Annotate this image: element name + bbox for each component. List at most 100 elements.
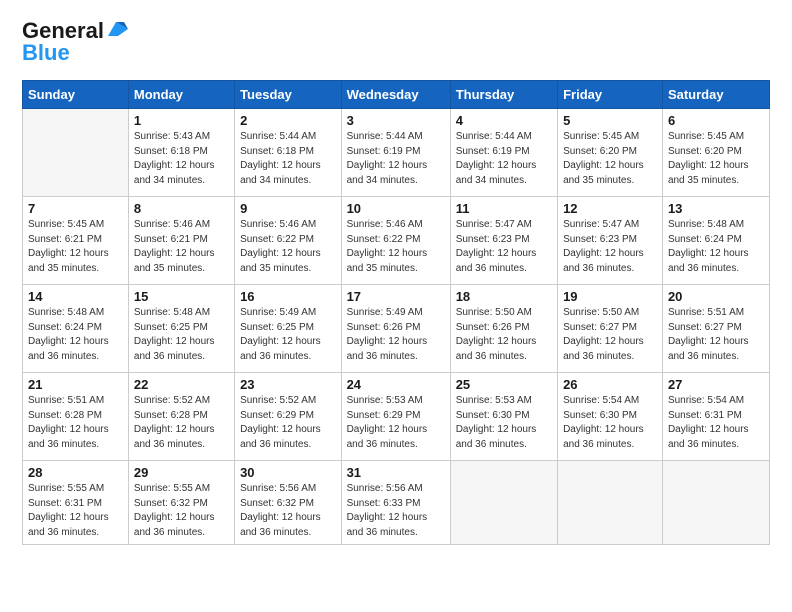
calendar-table: SundayMondayTuesdayWednesdayThursdayFrid… — [22, 80, 770, 545]
calendar-cell: 9 Sunrise: 5:46 AMSunset: 6:22 PMDaylight… — [235, 197, 342, 285]
calendar-cell: 22 Sunrise: 5:52 AMSunset: 6:28 PMDayligh… — [128, 373, 234, 461]
day-info: Sunrise: 5:52 AMSunset: 6:29 PMDaylight:… — [240, 394, 336, 452]
calendar-cell: 15 Sunrise: 5:48 AMSunset: 6:25 PMDayligh… — [128, 285, 234, 373]
day-info: Sunrise: 5:48 AMSunset: 6:24 PMDaylight:… — [28, 306, 123, 364]
day-info: Sunrise: 5:44 AMSunset: 6:19 PMDaylight:… — [347, 130, 445, 188]
day-info: Sunrise: 5:50 AMSunset: 6:26 PMDaylight:… — [456, 306, 552, 364]
day-info: Sunrise: 5:48 AMSunset: 6:24 PMDaylight:… — [668, 218, 764, 276]
calendar-cell: 10 Sunrise: 5:46 AMSunset: 6:22 PMDayligh… — [341, 197, 450, 285]
day-number: 5 — [563, 113, 657, 128]
day-info: Sunrise: 5:45 AMSunset: 6:20 PMDaylight:… — [668, 130, 764, 188]
day-number: 2 — [240, 113, 336, 128]
calendar-cell: 21 Sunrise: 5:51 AMSunset: 6:28 PMDayligh… — [23, 373, 129, 461]
weekday-header-tuesday: Tuesday — [235, 81, 342, 109]
day-number: 19 — [563, 289, 657, 304]
day-info: Sunrise: 5:50 AMSunset: 6:27 PMDaylight:… — [563, 306, 657, 364]
calendar-cell: 28Sunrise: 5:55 AMSunset: 6:31 PMDayligh… — [23, 461, 129, 545]
day-number: 24 — [347, 377, 445, 392]
page: General Blue SundayMondayTuesdayWednesda… — [0, 0, 792, 612]
calendar-cell: 27Sunrise: 5:54 AMSunset: 6:31 PMDayligh… — [662, 373, 769, 461]
calendar-cell: 6 Sunrise: 5:45 AMSunset: 6:20 PMDaylight… — [662, 109, 769, 197]
day-info: Sunrise: 5:49 AMSunset: 6:25 PMDaylight:… — [240, 306, 336, 364]
day-number: 30 — [240, 465, 336, 480]
calendar-cell: 29Sunrise: 5:55 AMSunset: 6:32 PMDayligh… — [128, 461, 234, 545]
day-info: Sunrise: 5:46 AMSunset: 6:21 PMDaylight:… — [134, 218, 229, 276]
day-number: 6 — [668, 113, 764, 128]
day-info: Sunrise: 5:56 AMSunset: 6:33 PMDaylight:… — [347, 482, 445, 540]
calendar-cell: 11Sunrise: 5:47 AMSunset: 6:23 PMDayligh… — [450, 197, 557, 285]
day-number: 18 — [456, 289, 552, 304]
day-info: Sunrise: 5:49 AMSunset: 6:26 PMDaylight:… — [347, 306, 445, 364]
day-number: 10 — [347, 201, 445, 216]
calendar-week-row: 28Sunrise: 5:55 AMSunset: 6:31 PMDayligh… — [23, 461, 770, 545]
day-number: 14 — [28, 289, 123, 304]
calendar-cell: 13 Sunrise: 5:48 AMSunset: 6:24 PMDayligh… — [662, 197, 769, 285]
day-number: 22 — [134, 377, 229, 392]
day-info: Sunrise: 5:54 AMSunset: 6:30 PMDaylight:… — [563, 394, 657, 452]
calendar-cell: 4Sunrise: 5:44 AMSunset: 6:19 PMDaylight… — [450, 109, 557, 197]
day-info: Sunrise: 5:45 AMSunset: 6:20 PMDaylight:… — [563, 130, 657, 188]
day-number: 28 — [28, 465, 123, 480]
day-number: 12 — [563, 201, 657, 216]
calendar-cell — [23, 109, 129, 197]
day-info: Sunrise: 5:54 AMSunset: 6:31 PMDaylight:… — [668, 394, 764, 452]
calendar-cell: 18 Sunrise: 5:50 AMSunset: 6:26 PMDayligh… — [450, 285, 557, 373]
calendar-cell: 2 Sunrise: 5:44 AMSunset: 6:18 PMDaylight… — [235, 109, 342, 197]
calendar-cell: 23 Sunrise: 5:52 AMSunset: 6:29 PMDayligh… — [235, 373, 342, 461]
day-number: 26 — [563, 377, 657, 392]
logo-blue: Blue — [22, 40, 70, 66]
day-info: Sunrise: 5:53 AMSunset: 6:29 PMDaylight:… — [347, 394, 445, 452]
day-info: Sunrise: 5:53 AMSunset: 6:30 PMDaylight:… — [456, 394, 552, 452]
day-number: 17 — [347, 289, 445, 304]
day-info: Sunrise: 5:44 AMSunset: 6:19 PMDaylight:… — [456, 130, 552, 188]
calendar-cell: 14 Sunrise: 5:48 AMSunset: 6:24 PMDayligh… — [23, 285, 129, 373]
calendar-week-row: 14 Sunrise: 5:48 AMSunset: 6:24 PMDayligh… — [23, 285, 770, 373]
day-number: 13 — [668, 201, 764, 216]
calendar-cell — [662, 461, 769, 545]
calendar-week-row: 1 Sunrise: 5:43 AMSunset: 6:18 PMDaylight… — [23, 109, 770, 197]
calendar-week-row: 21 Sunrise: 5:51 AMSunset: 6:28 PMDayligh… — [23, 373, 770, 461]
day-number: 20 — [668, 289, 764, 304]
calendar-cell: 24 Sunrise: 5:53 AMSunset: 6:29 PMDayligh… — [341, 373, 450, 461]
day-number: 1 — [134, 113, 229, 128]
day-info: Sunrise: 5:43 AMSunset: 6:18 PMDaylight:… — [134, 130, 229, 188]
calendar-cell — [558, 461, 663, 545]
day-info: Sunrise: 5:51 AMSunset: 6:28 PMDaylight:… — [28, 394, 123, 452]
calendar-cell: 7Sunrise: 5:45 AMSunset: 6:21 PMDaylight… — [23, 197, 129, 285]
calendar-header-row: SundayMondayTuesdayWednesdayThursdayFrid… — [23, 81, 770, 109]
calendar-cell: 8 Sunrise: 5:46 AMSunset: 6:21 PMDaylight… — [128, 197, 234, 285]
weekday-header-sunday: Sunday — [23, 81, 129, 109]
day-info: Sunrise: 5:46 AMSunset: 6:22 PMDaylight:… — [347, 218, 445, 276]
day-number: 21 — [28, 377, 123, 392]
calendar-cell: 17 Sunrise: 5:49 AMSunset: 6:26 PMDayligh… — [341, 285, 450, 373]
day-number: 23 — [240, 377, 336, 392]
calendar-cell: 30Sunrise: 5:56 AMSunset: 6:32 PMDayligh… — [235, 461, 342, 545]
calendar-cell: 3 Sunrise: 5:44 AMSunset: 6:19 PMDaylight… — [341, 109, 450, 197]
weekday-header-wednesday: Wednesday — [341, 81, 450, 109]
day-info: Sunrise: 5:46 AMSunset: 6:22 PMDaylight:… — [240, 218, 336, 276]
weekday-header-friday: Friday — [558, 81, 663, 109]
day-number: 15 — [134, 289, 229, 304]
calendar-week-row: 7Sunrise: 5:45 AMSunset: 6:21 PMDaylight… — [23, 197, 770, 285]
calendar-cell: 25 Sunrise: 5:53 AMSunset: 6:30 PMDayligh… — [450, 373, 557, 461]
calendar-body: 1 Sunrise: 5:43 AMSunset: 6:18 PMDaylight… — [23, 109, 770, 545]
logo-icon — [106, 20, 128, 38]
day-number: 3 — [347, 113, 445, 128]
day-info: Sunrise: 5:45 AMSunset: 6:21 PMDaylight:… — [28, 218, 123, 276]
day-info: Sunrise: 5:44 AMSunset: 6:18 PMDaylight:… — [240, 130, 336, 188]
day-info: Sunrise: 5:55 AMSunset: 6:32 PMDaylight:… — [134, 482, 229, 540]
day-number: 9 — [240, 201, 336, 216]
calendar-cell: 1 Sunrise: 5:43 AMSunset: 6:18 PMDaylight… — [128, 109, 234, 197]
calendar-cell: 26 Sunrise: 5:54 AMSunset: 6:30 PMDayligh… — [558, 373, 663, 461]
day-number: 25 — [456, 377, 552, 392]
day-number: 8 — [134, 201, 229, 216]
day-info: Sunrise: 5:52 AMSunset: 6:28 PMDaylight:… — [134, 394, 229, 452]
weekday-header-saturday: Saturday — [662, 81, 769, 109]
day-info: Sunrise: 5:47 AMSunset: 6:23 PMDaylight:… — [563, 218, 657, 276]
calendar-cell: 12 Sunrise: 5:47 AMSunset: 6:23 PMDayligh… — [558, 197, 663, 285]
day-info: Sunrise: 5:48 AMSunset: 6:25 PMDaylight:… — [134, 306, 229, 364]
header: General Blue — [22, 18, 770, 66]
calendar-cell: 20Sunrise: 5:51 AMSunset: 6:27 PMDayligh… — [662, 285, 769, 373]
calendar-cell: 16Sunrise: 5:49 AMSunset: 6:25 PMDayligh… — [235, 285, 342, 373]
day-info: Sunrise: 5:47 AMSunset: 6:23 PMDaylight:… — [456, 218, 552, 276]
